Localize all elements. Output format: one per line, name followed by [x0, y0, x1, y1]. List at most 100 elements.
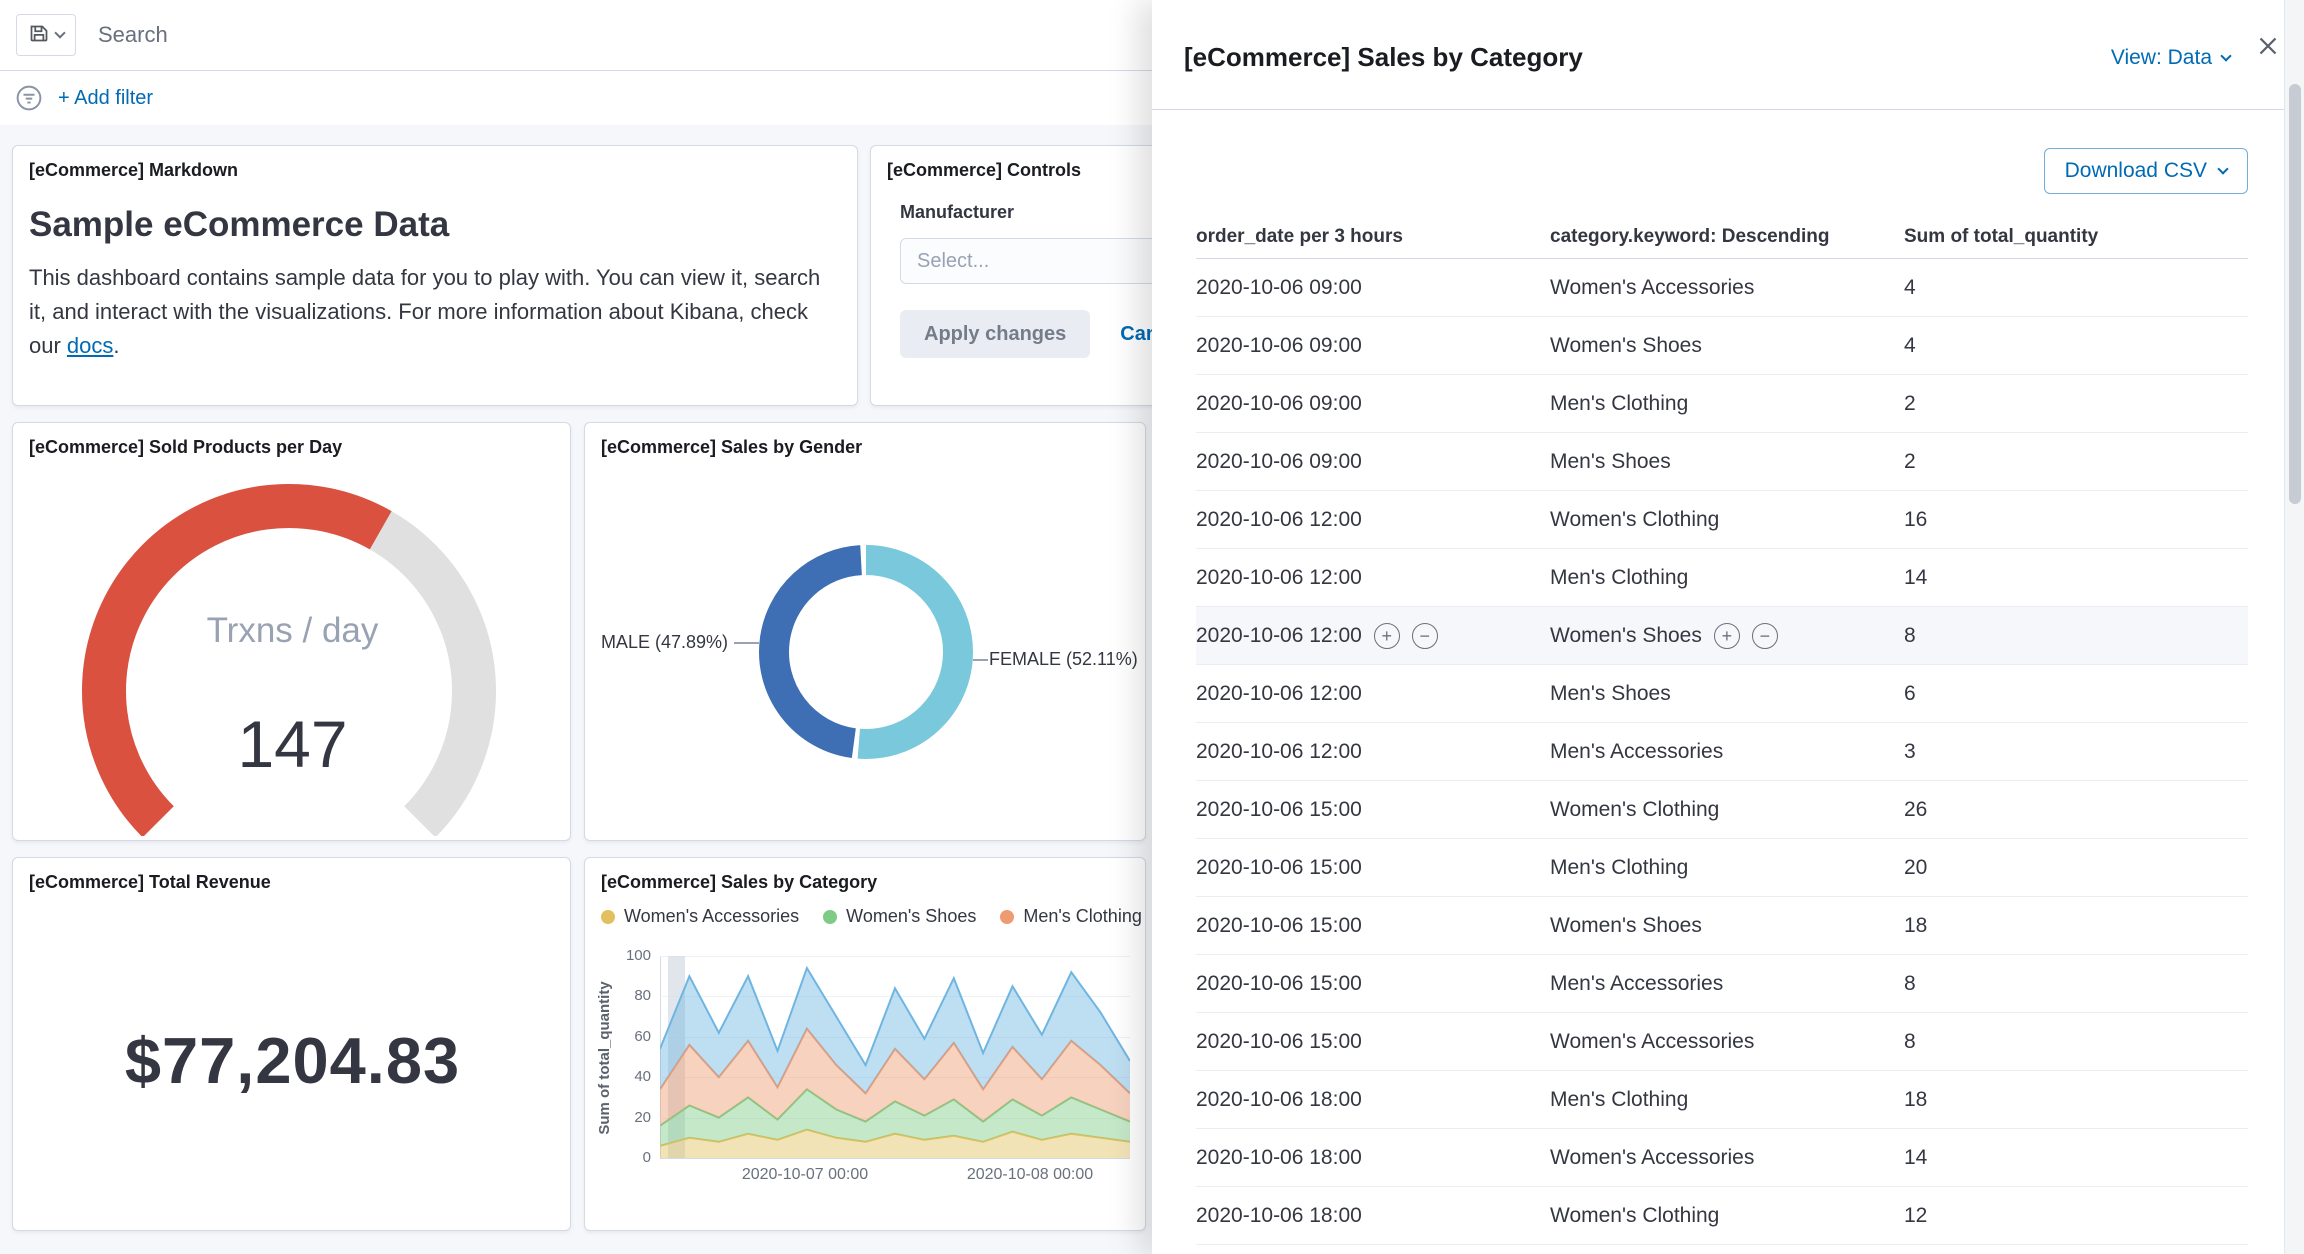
- table-row[interactable]: 2020-10-06 15:00 Men's Accessories 8: [1196, 955, 2248, 1013]
- save-icon: [29, 23, 49, 48]
- table-cell: 4: [1904, 334, 2248, 358]
- legend-dot-icon: [1000, 909, 1015, 924]
- cell-value: 2020-10-06 12:00: [1196, 565, 1362, 589]
- table-cell: 4: [1904, 276, 2248, 300]
- table-row[interactable]: 2020-10-06 09:00 Men's Clothing 2: [1196, 375, 2248, 433]
- cell-value: 12: [1904, 1203, 1928, 1227]
- cell-value: 26: [1904, 797, 1928, 821]
- panel-total-revenue: [eCommerce] Total Revenue $77,204.83: [12, 857, 571, 1231]
- apply-changes-button[interactable]: Apply changes: [900, 310, 1091, 358]
- table-row[interactable]: 2020-10-06 12:00 Women's Clothing 16: [1196, 491, 2248, 549]
- table-row[interactable]: 2020-10-06 12:00 + − Women's Shoes + −8: [1196, 607, 2248, 665]
- table-cell: 2020-10-06 15:00: [1196, 1030, 1550, 1054]
- cell-value: Women's Accessories: [1550, 275, 1755, 299]
- chevron-down-icon: [2217, 163, 2229, 175]
- data-table-body: 2020-10-06 09:00 Women's Accessories 4 2020…: [1196, 259, 2248, 1245]
- table-row[interactable]: 2020-10-06 18:00 Men's Clothing 18: [1196, 1071, 2248, 1129]
- cell-value: 18: [1904, 913, 1928, 937]
- column-header-quantity[interactable]: Sum of total_quantity: [1904, 226, 2248, 248]
- table-cell: 2020-10-06 12:00: [1196, 508, 1550, 532]
- table-cell: 2020-10-06 12:00 + −: [1196, 622, 1550, 649]
- table-cell: 2020-10-06 15:00: [1196, 856, 1550, 880]
- table-row[interactable]: 2020-10-06 09:00 Men's Shoes 2: [1196, 433, 2248, 491]
- table-row[interactable]: 2020-10-06 09:00 Women's Shoes 4: [1196, 317, 2248, 375]
- scrollbar-thumb[interactable]: [2289, 84, 2301, 504]
- cell-value: 2020-10-06 12:00: [1196, 739, 1362, 763]
- cell-value: 4: [1904, 275, 1916, 299]
- chevron-down-icon: [2220, 50, 2232, 62]
- gauge-value: 147: [237, 707, 348, 781]
- close-flyout-button[interactable]: [2250, 28, 2286, 64]
- table-cell: 2020-10-06 18:00: [1196, 1146, 1550, 1170]
- table-cell: 2: [1904, 450, 2248, 474]
- table-cell: Women's Accessories: [1550, 276, 1904, 300]
- filter-options-icon[interactable]: [16, 85, 42, 111]
- table-cell: Women's Accessories: [1550, 1146, 1904, 1170]
- download-csv-label: Download CSV: [2064, 159, 2207, 182]
- table-row[interactable]: 2020-10-06 18:00 Women's Clothing 12: [1196, 1187, 2248, 1245]
- table-row[interactable]: 2020-10-06 12:00 Men's Shoes 6: [1196, 665, 2248, 723]
- table-cell: 2020-10-06 12:00: [1196, 682, 1550, 706]
- table-row[interactable]: 2020-10-06 09:00 Women's Accessories 4: [1196, 259, 2248, 317]
- legend-dot-icon: [823, 909, 838, 924]
- panel-sales-by-gender: [eCommerce] Sales by Gender MALE (47.89%…: [584, 422, 1146, 841]
- table-cell: 8: [1904, 624, 2248, 648]
- table-row[interactable]: 2020-10-06 12:00 Men's Clothing 14: [1196, 549, 2248, 607]
- cell-value: Women's Accessories: [1550, 1145, 1755, 1169]
- table-row[interactable]: 2020-10-06 15:00 Men's Clothing 20: [1196, 839, 2248, 897]
- view-data-dropdown[interactable]: View: Data: [2111, 46, 2232, 70]
- table-cell: 2020-10-06 12:00: [1196, 740, 1550, 764]
- table-row[interactable]: 2020-10-06 15:00 Women's Shoes 18: [1196, 897, 2248, 955]
- legend-dot-icon: [601, 909, 615, 924]
- download-csv-button[interactable]: Download CSV: [2043, 148, 2248, 194]
- legend-label: Women's Accessories: [624, 906, 800, 926]
- table-cell: 2020-10-06 09:00: [1196, 276, 1550, 300]
- y-tick-label: 60: [634, 1027, 651, 1045]
- table-cell: 6: [1904, 682, 2248, 706]
- cell-value: 2020-10-06 15:00: [1196, 855, 1362, 879]
- cell-value: Women's Clothing: [1550, 1203, 1720, 1227]
- cell-value: 2020-10-06 15:00: [1196, 913, 1362, 937]
- markdown-body: This dashboard contains sample data for …: [29, 261, 839, 363]
- search-input[interactable]: [98, 22, 998, 48]
- legend-item[interactable]: Women's Accessories: [601, 906, 799, 927]
- x-tick-label: 2020-10-08 00:00: [966, 1166, 1094, 1183]
- filter-for-value-icon[interactable]: +: [1713, 622, 1740, 649]
- cell-value: Men's Shoes: [1550, 681, 1671, 705]
- table-cell: Men's Accessories: [1550, 740, 1904, 764]
- table-cell: 2020-10-06 18:00: [1196, 1088, 1550, 1112]
- filter-out-value-icon[interactable]: −: [1751, 622, 1778, 649]
- donut-callout-line: [973, 659, 988, 661]
- table-cell: Men's Clothing: [1550, 856, 1904, 880]
- area-legend: Women's Accessories Women's Shoes Men's Cl…: [601, 906, 1142, 927]
- table-cell: Men's Accessories: [1550, 972, 1904, 996]
- y-tick-label: 80: [634, 987, 651, 1005]
- table-cell: 18: [1904, 914, 2248, 938]
- cell-value: Women's Clothing: [1550, 797, 1720, 821]
- table-row[interactable]: 2020-10-06 12:00 Men's Accessories 3: [1196, 723, 2248, 781]
- cell-value: Women's Shoes: [1550, 623, 1702, 647]
- column-header-order-date[interactable]: order_date per 3 hours: [1196, 226, 1550, 248]
- add-filter-link[interactable]: + Add filter: [58, 87, 153, 110]
- saved-query-button[interactable]: [16, 14, 76, 56]
- y-tick-label: 0: [642, 1149, 651, 1166]
- manufacturer-label: Manufacturer: [900, 202, 1015, 222]
- legend-item[interactable]: Men's Clothing: [1000, 906, 1142, 927]
- cell-value: Men's Clothing: [1550, 565, 1689, 589]
- legend-label: Men's Clothing: [1023, 906, 1142, 926]
- x-axis-line: [660, 1158, 1130, 1159]
- table-row[interactable]: 2020-10-06 18:00 Women's Accessories 14: [1196, 1129, 2248, 1187]
- table-row[interactable]: 2020-10-06 15:00 Women's Accessories 8: [1196, 1013, 2248, 1071]
- column-header-category[interactable]: category.keyword: Descending: [1550, 226, 1904, 248]
- cell-value: Men's Accessories: [1550, 739, 1724, 763]
- scrollbar-track[interactable]: [2284, 0, 2304, 1254]
- table-cell: 14: [1904, 566, 2248, 590]
- filter-for-value-icon[interactable]: +: [1373, 622, 1400, 649]
- table-row[interactable]: 2020-10-06 15:00 Women's Clothing 26: [1196, 781, 2248, 839]
- cell-value: 8: [1904, 1029, 1916, 1053]
- docs-link[interactable]: docs: [67, 333, 113, 358]
- x-tick-label: 2020-10-07 00:00: [741, 1166, 869, 1183]
- legend-item[interactable]: Women's Shoes: [823, 906, 976, 927]
- table-cell: Men's Clothing: [1550, 566, 1904, 590]
- filter-out-value-icon[interactable]: −: [1411, 622, 1438, 649]
